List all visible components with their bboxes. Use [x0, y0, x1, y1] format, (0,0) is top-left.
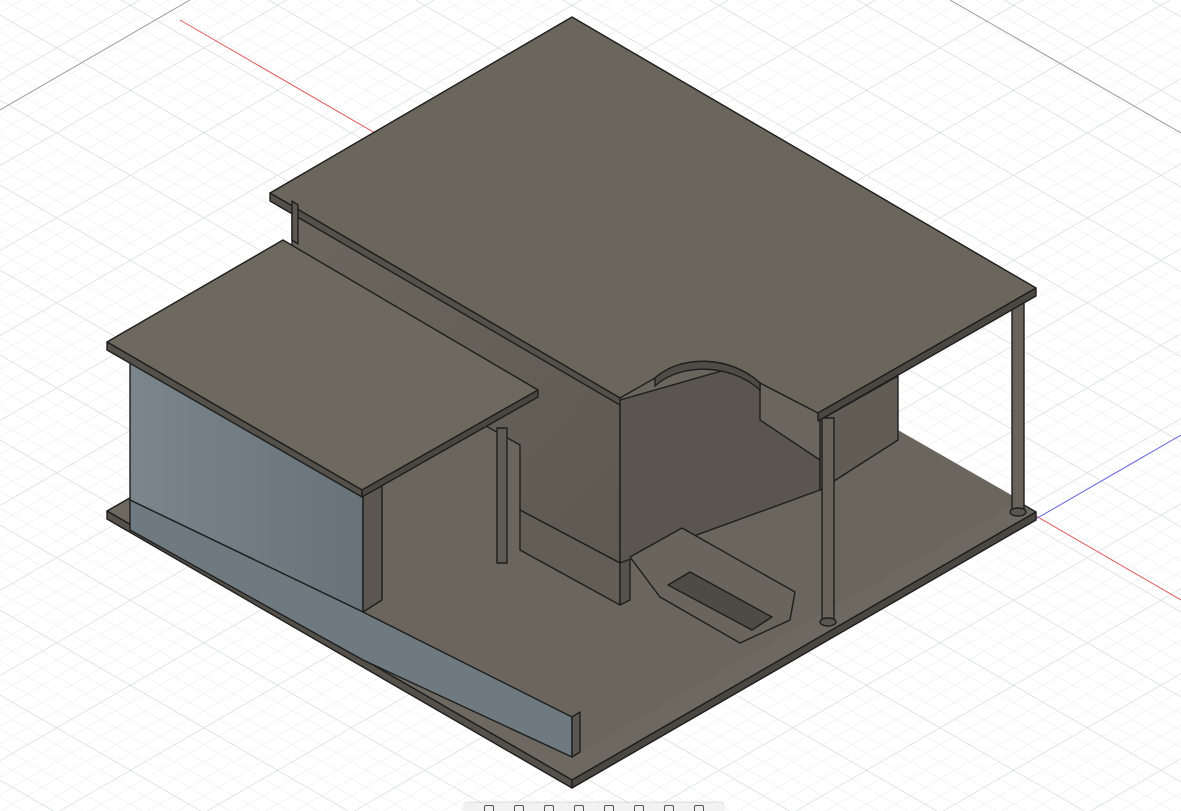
pan-icon[interactable]: [540, 803, 558, 811]
front-wall-top: [571, 711, 581, 758]
left-interior-wall: [362, 479, 383, 613]
grid-settings-icon[interactable]: [660, 803, 678, 811]
orbit-icon[interactable]: [480, 803, 498, 811]
fit-icon[interactable]: [600, 803, 618, 811]
pillar-block-side: [619, 556, 631, 606]
lower-roof-post: [496, 427, 508, 564]
porch-post-back-base: [1009, 507, 1027, 517]
zoom-icon[interactable]: [570, 803, 588, 811]
display-settings-icon[interactable]: [630, 803, 648, 811]
porch-post-back: [1011, 301, 1025, 513]
porch-post-front-base: [819, 617, 837, 627]
3d-viewport[interactable]: [0, 0, 1181, 811]
viewport-canvas[interactable]: [0, 0, 1181, 811]
porch-post-front: [821, 417, 835, 623]
viewports-icon[interactable]: [690, 803, 708, 811]
upper-back-wall-side: [291, 200, 299, 245]
look-at-icon[interactable]: [510, 803, 528, 811]
navigation-toolbar: [464, 803, 724, 811]
